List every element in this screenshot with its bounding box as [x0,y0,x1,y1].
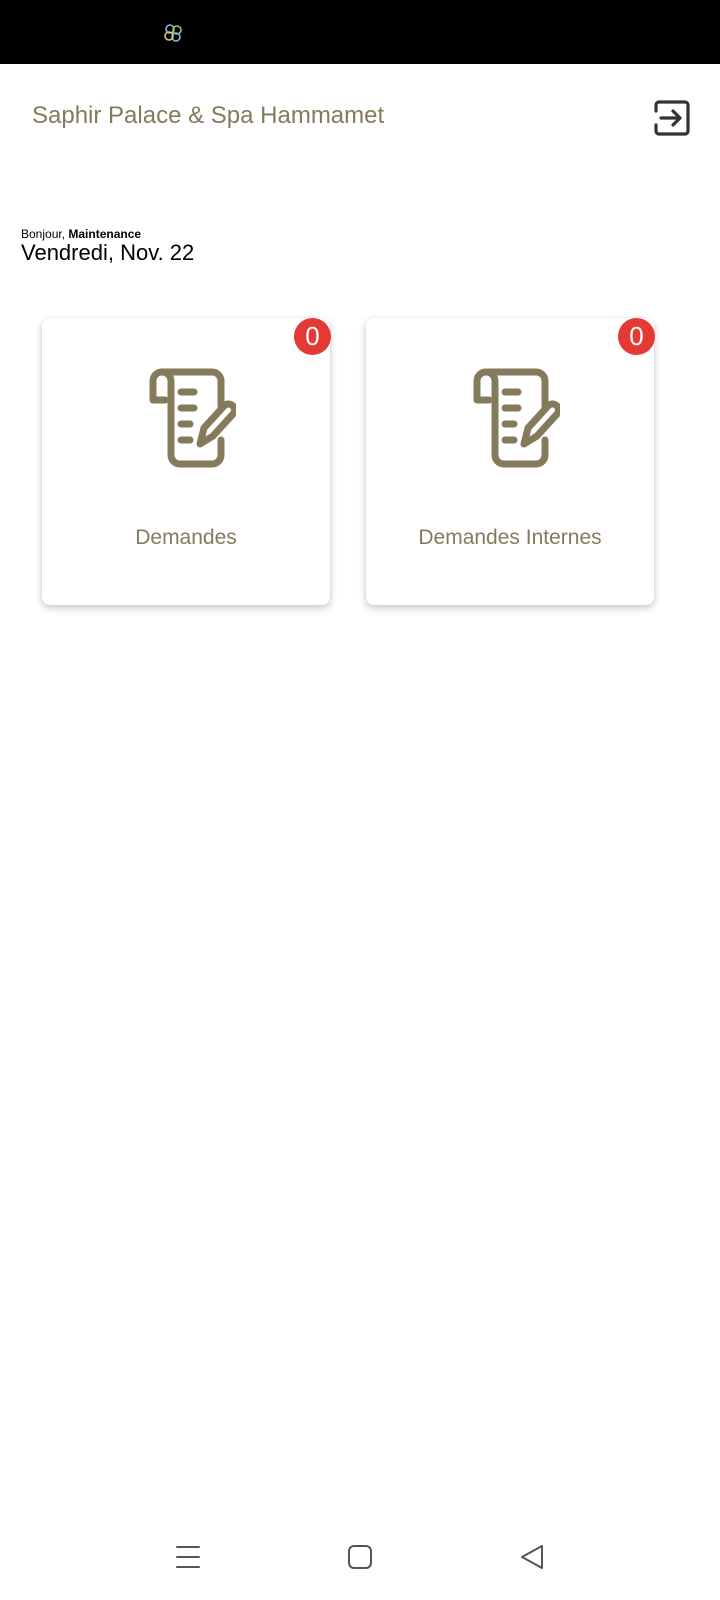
logout-icon [653,99,691,142]
hotel-title: Saphir Palace & Spa Hammamet [32,102,385,129]
logout-button[interactable] [650,98,694,142]
greeting: Bonjour, Maintenance [21,227,141,241]
document-edit-icon [136,368,238,468]
greeting-prefix: Bonjour, [21,227,66,241]
demandes-internes-count-badge: 0 [618,318,655,355]
home-icon [347,1544,373,1575]
current-date: Vendredi, Nov. 22 [21,240,195,265]
demandes-internes-card-label: Demandes Internes [418,526,602,549]
recent-apps-button[interactable] [166,1537,210,1581]
demandes-card[interactable]: Demandes [42,318,330,605]
back-icon [519,1544,545,1575]
pinwheel-app-icon [162,22,184,44]
demandes-card-label: Demandes [135,526,237,549]
status-bar [0,0,720,64]
menu-icon [174,1544,202,1575]
back-button[interactable] [510,1537,554,1581]
home-button[interactable] [338,1537,382,1581]
demandes-internes-card[interactable]: Demandes Internes [366,318,654,605]
greeting-name: Maintenance [68,227,142,241]
demandes-count-badge: 0 [294,318,331,355]
document-edit-icon [460,368,562,468]
